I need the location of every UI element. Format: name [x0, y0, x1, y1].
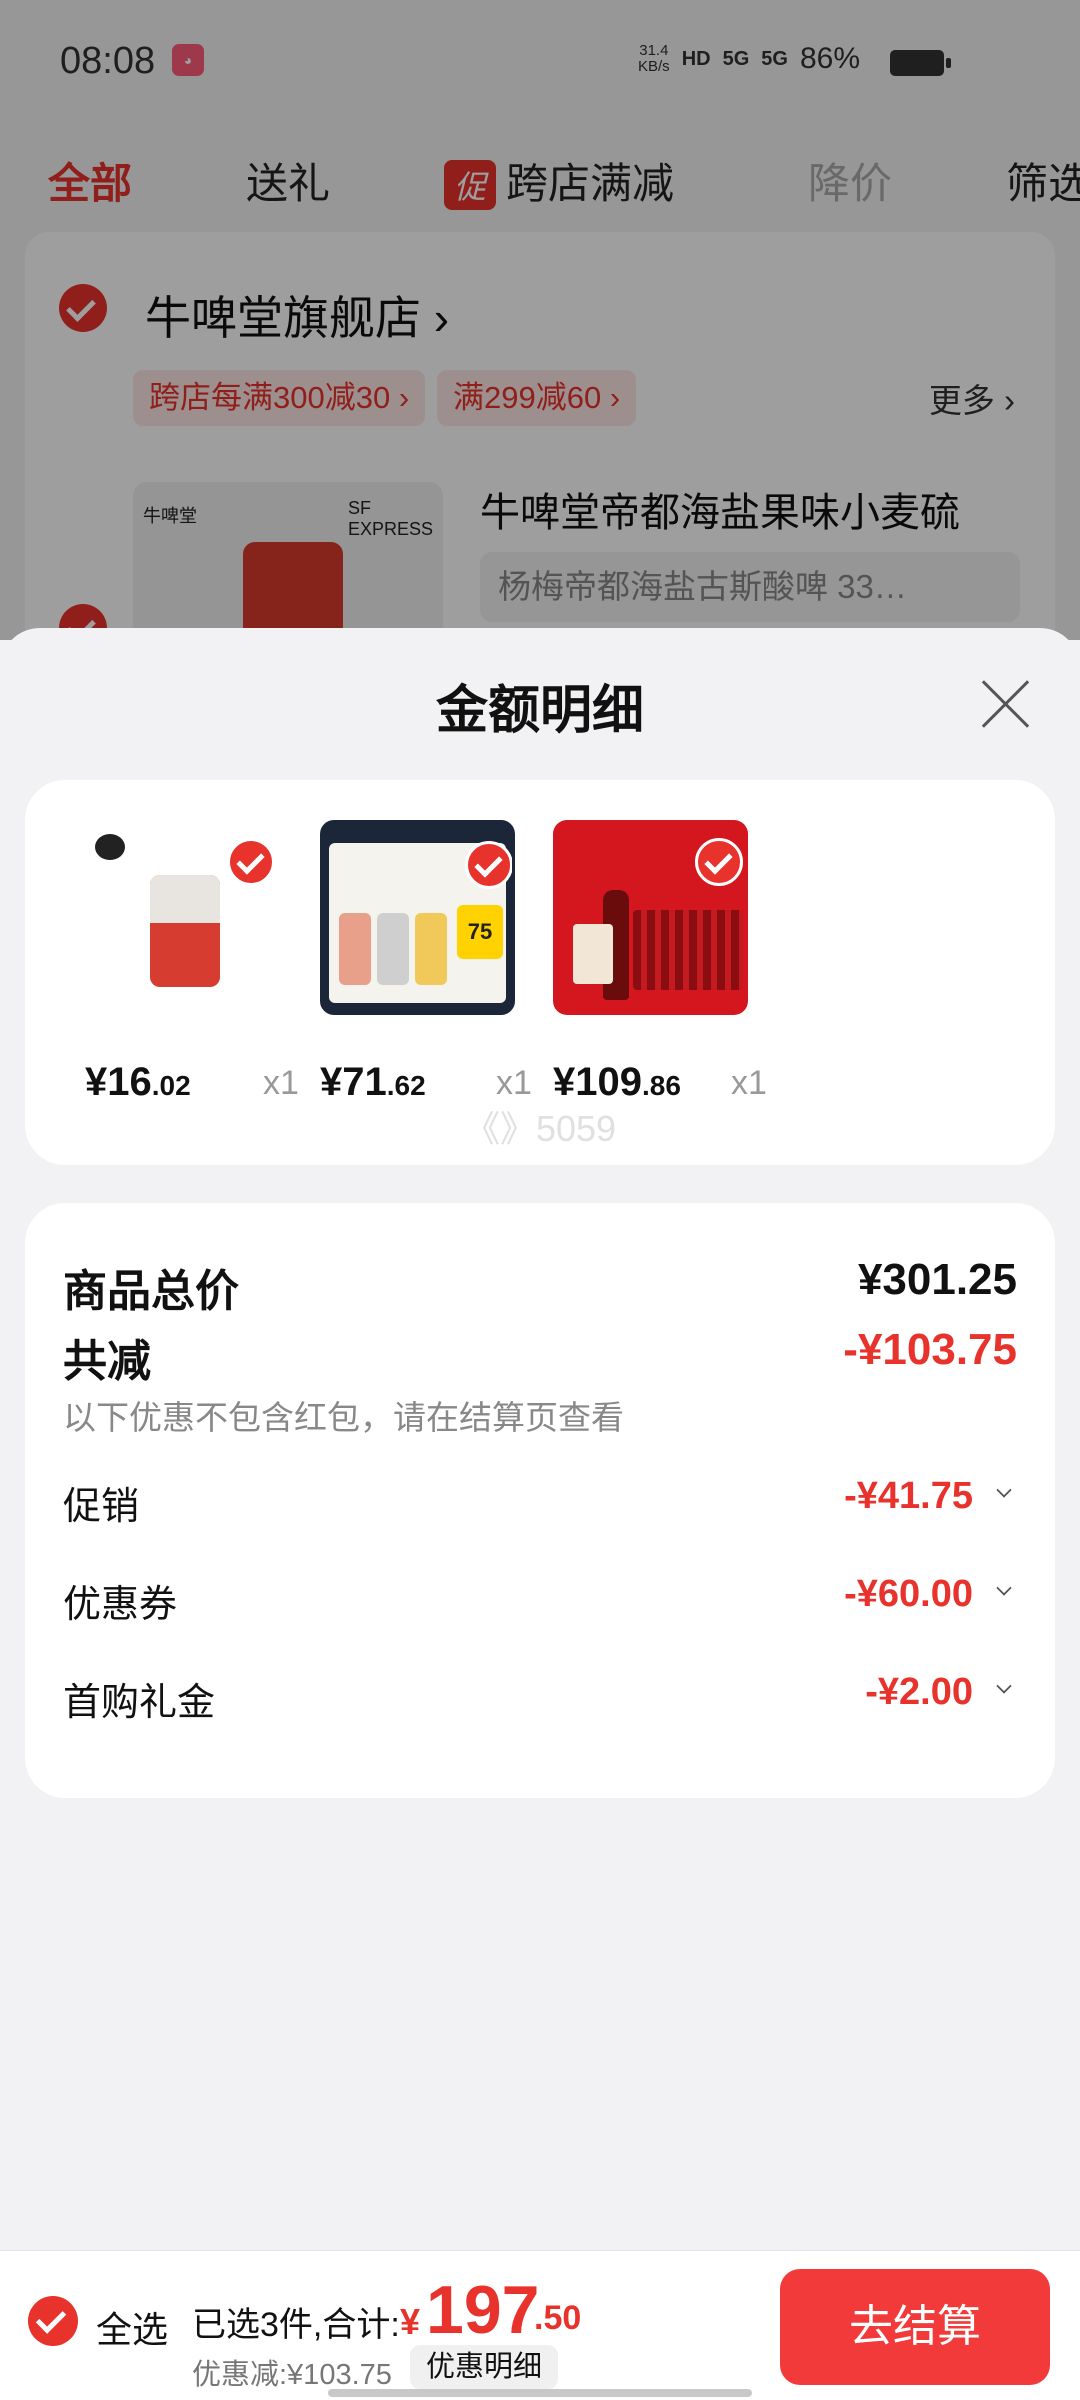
coupon-label: 优惠券: [63, 1584, 178, 1626]
discount-note: 以下优惠不包含红包，请在结算页查看: [63, 1399, 624, 1436]
price-dec: .02: [151, 1070, 191, 1101]
price-summary-card: 商品总价 ¥301.25 共减 -¥103.75 以下优惠不包含红包，请在结算页…: [25, 1203, 1055, 1798]
promo-value: -¥41.75: [844, 1475, 973, 1517]
price-currency: ¥: [85, 1060, 108, 1104]
total-amount-int: 197: [426, 2272, 540, 2348]
close-icon[interactable]: [980, 678, 1030, 728]
checkout-bar: 全选 已选3件,合计: ¥ 197 .50 优惠减:¥103.75 优惠明细 去…: [0, 2250, 1080, 2400]
total-amount-dec: .50: [534, 2299, 582, 2337]
bottle-label: [573, 924, 613, 984]
amount-detail-sheet: 金额明细 ¥16.02 x1 75 ¥71.62 x1 ¥109.86 x1 商…: [0, 628, 1080, 2400]
price-dec: .86: [642, 1070, 681, 1101]
item-price: ¥71.62: [320, 1060, 426, 1105]
first-purchase-value: -¥2.00: [865, 1671, 973, 1713]
watermark: 《》5059: [463, 1108, 617, 1149]
price-int: 109: [575, 1060, 642, 1104]
discount-detail-button[interactable]: 优惠明细: [410, 2345, 559, 2389]
price-tag-badge: 75: [457, 905, 503, 959]
item-price: ¥16.02: [85, 1060, 191, 1105]
coupon-value: -¥60.00: [844, 1573, 973, 1615]
brand-logo-icon: [95, 834, 125, 860]
item-qty: x1: [731, 1064, 767, 1102]
item-qty: x1: [263, 1064, 299, 1102]
total-discount-label: 共减: [63, 1337, 151, 1386]
sheet-title: 金额明细: [435, 682, 644, 740]
price-int: 16: [107, 1060, 152, 1104]
price-currency: ¥: [553, 1060, 576, 1104]
can-icon: [339, 913, 371, 985]
total-discount-value: -¥103.75: [843, 1325, 1017, 1374]
bottle-crate-image: [633, 910, 743, 990]
checkout-button[interactable]: 去结算: [780, 2269, 1050, 2385]
item-price: ¥109.86: [553, 1060, 681, 1105]
product-image-1: [85, 820, 280, 1015]
item-selected-icon: [227, 838, 275, 886]
can-icon: [377, 913, 409, 985]
product-image-2: 75: [320, 820, 515, 1015]
home-indicator[interactable]: [328, 2389, 752, 2397]
price-dec: .62: [386, 1070, 426, 1101]
can-label: [150, 875, 220, 923]
can-icon: [415, 913, 447, 985]
item-selected-icon: [695, 838, 743, 886]
total-price-value: ¥301.25: [857, 1255, 1017, 1304]
dim-overlay[interactable]: [0, 0, 1080, 640]
product-image-3: [553, 820, 748, 1015]
first-purchase-label: 首购礼金: [63, 1682, 216, 1724]
select-all-check-icon[interactable]: [28, 2296, 78, 2346]
item-selected-icon: [465, 841, 512, 889]
price-currency: ¥: [320, 1060, 343, 1104]
select-all-label[interactable]: 全选: [96, 2301, 168, 2353]
price-int: 71: [342, 1060, 387, 1104]
total-currency: ¥: [400, 2301, 421, 2342]
item-qty: x1: [496, 1064, 532, 1102]
total-price-label: 商品总价: [63, 1267, 239, 1316]
promo-label: 促销: [63, 1486, 140, 1528]
selected-count-text: 已选3件,合计:: [192, 2306, 400, 2344]
discount-summary: 优惠减:¥103.75: [192, 2359, 392, 2391]
